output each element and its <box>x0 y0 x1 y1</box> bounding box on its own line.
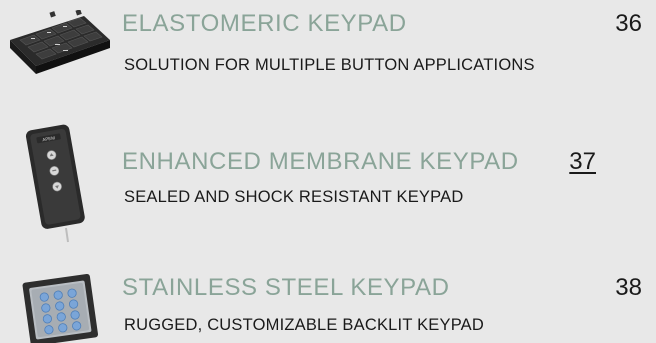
membrane-keypad-image: APEM <box>25 124 85 243</box>
catalog-entry-stainless-steel-keypad: STAINLESS STEEL KEYPAD 38 RUGGED, CUSTOM… <box>0 244 656 343</box>
product-subtitle: RUGGED, CUSTOMIZABLE BACKLIT KEYPAD <box>124 316 485 334</box>
stainless-steel-keypad-image <box>22 273 99 343</box>
product-title-link[interactable]: ELASTOMERIC KEYPAD <box>122 10 407 38</box>
catalog-entry-elastomeric-keypad: ELASTOMERIC KEYPAD 36 SOLUTION FOR MULTI… <box>0 0 656 96</box>
page-number[interactable]: 36 <box>615 10 642 38</box>
page-number-link[interactable]: 37 <box>569 148 596 176</box>
catalog-entry-enhanced-membrane-keypad: APEM ENHANCED MEMBRANE KEYPAD 37 SEALED … <box>0 112 656 243</box>
product-title-link[interactable]: ENHANCED MEMBRANE KEYPAD <box>122 148 519 176</box>
page-number[interactable]: 38 <box>615 274 642 302</box>
product-subtitle: SEALED AND SHOCK RESISTANT KEYPAD <box>124 188 464 206</box>
product-title-link[interactable]: STAINLESS STEEL KEYPAD <box>122 274 450 302</box>
elastomeric-keypad-image <box>10 10 110 74</box>
product-catalog-list: ELASTOMERIC KEYPAD 36 SOLUTION FOR MULTI… <box>0 0 656 343</box>
product-subtitle: SOLUTION FOR MULTIPLE BUTTON APPLICATION… <box>124 56 535 74</box>
